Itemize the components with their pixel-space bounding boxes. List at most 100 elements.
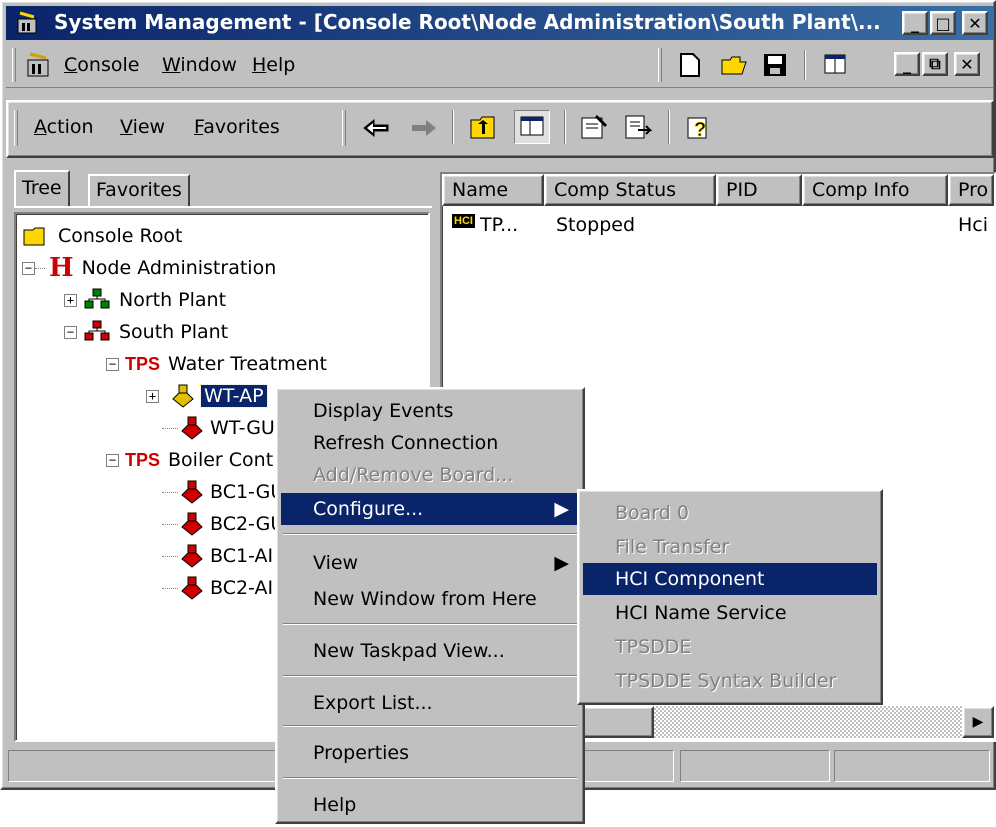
tree-label: Console Root — [58, 225, 183, 247]
tab-favorites[interactable]: Favorites — [88, 174, 190, 206]
maximize-icon[interactable]: □ — [930, 11, 956, 35]
menu-item-properties[interactable]: Properties — [281, 737, 579, 769]
collapse-icon[interactable]: − — [106, 453, 119, 467]
tree-item-south-plant[interactable]: − South Plant — [64, 316, 228, 348]
separator — [452, 110, 454, 144]
open-folder-icon[interactable] — [720, 52, 750, 83]
tree-item-node-admin[interactable]: − H Node Administration — [22, 252, 276, 284]
menu-help[interactable]: Help — [252, 54, 295, 76]
separator — [668, 110, 670, 144]
tree-item-bc1-ap[interactable]: BC1-AI — [162, 540, 273, 572]
menu-item-hci-component[interactable]: HCI Component — [583, 563, 877, 595]
toolbar-grip-4[interactable] — [342, 110, 346, 146]
tree-item-boiler[interactable]: − TPS Boiler Cont — [106, 444, 273, 476]
tree-item-bc1-gu[interactable]: BC1-GU — [162, 476, 284, 508]
tree-item-bc2-ap[interactable]: BC2-AI — [162, 572, 273, 604]
show-hide-console-tree-icon[interactable] — [514, 110, 550, 144]
tree-label: BC2-GU — [210, 513, 285, 535]
menu-item-file-transfer[interactable]: File Transfer — [583, 531, 877, 563]
scroll-right-icon[interactable]: ▶ — [962, 706, 994, 738]
menu-item-display-events[interactable]: Display Events — [281, 395, 579, 427]
collapse-icon[interactable]: − — [22, 261, 35, 275]
column-header-comp-status[interactable]: Comp Status — [544, 174, 716, 206]
collapse-icon[interactable]: − — [64, 325, 77, 339]
tree-item-wt-ap[interactable]: + WT-AP — [146, 380, 268, 412]
menu-item-help[interactable]: Help — [281, 789, 579, 821]
tree-item-water-treatment[interactable]: − TPS Water Treatment — [106, 348, 327, 380]
node-red-icon — [181, 512, 203, 536]
menu-window[interactable]: Window — [162, 54, 237, 76]
menu-favorites[interactable]: Favorites — [194, 116, 280, 138]
export-list-icon[interactable] — [622, 112, 654, 147]
toolbar-grip[interactable] — [12, 48, 16, 82]
menu-item-tpsdde-syntax-builder[interactable]: TPSDDE Syntax Builder — [583, 665, 877, 697]
tree-item-console-root[interactable]: Console Root — [22, 220, 183, 252]
tree-label: BC1-AI — [210, 545, 274, 567]
menu-item-export-list[interactable]: Export List... — [281, 687, 579, 719]
title-bar[interactable]: System Management - [Console Root\Node A… — [6, 6, 994, 40]
separator — [804, 50, 806, 80]
mdi-minimize-icon[interactable]: _ — [894, 52, 920, 76]
submenu-arrow-icon: ▶ — [554, 552, 569, 574]
tree-label-selected: WT-AP — [200, 384, 268, 408]
node-yellow-icon — [172, 384, 194, 408]
toolbar-grip-3[interactable] — [14, 110, 18, 146]
menu-item-configure[interactable]: Configure... ▶ — [281, 493, 579, 525]
tree-item-wt-gu[interactable]: WT-GU — [162, 412, 275, 444]
column-header-pro[interactable]: Pro — [948, 174, 994, 206]
mdi-close-icon[interactable]: ✕ — [954, 52, 980, 76]
column-header-comp-info[interactable]: Comp Info — [802, 174, 948, 206]
menu-item-view[interactable]: View ▶ — [281, 547, 579, 579]
node-red-icon — [181, 544, 203, 568]
tree-label: Boiler Cont — [168, 449, 274, 471]
tab-underline — [14, 206, 432, 208]
save-icon[interactable] — [762, 52, 788, 83]
menu-action[interactable]: Action — [34, 116, 94, 138]
menu-item-label: Configure... — [313, 498, 424, 520]
app-icon — [16, 11, 42, 35]
menu-item-tpsdde[interactable]: TPSDDE — [583, 631, 877, 663]
menu-item-label: View — [313, 552, 359, 574]
menu-item-hci-name-service[interactable]: HCI Name Service — [583, 597, 877, 629]
new-document-icon[interactable] — [678, 52, 702, 83]
tree-item-bc2-gu[interactable]: BC2-GU — [162, 508, 284, 540]
menu-item-new-window[interactable]: New Window from Here — [281, 583, 579, 615]
cell-status: Stopped — [556, 214, 636, 236]
folder-icon — [23, 227, 45, 246]
column-header-name[interactable]: Name — [442, 174, 544, 206]
menu-item-add-remove-board[interactable]: Add/Remove Board... — [281, 459, 579, 491]
column-header-pid[interactable]: PID — [716, 174, 802, 206]
tps-icon: TPS — [125, 449, 161, 470]
menu-view[interactable]: View — [120, 116, 165, 138]
menu-console[interactable]: Console — [64, 54, 139, 76]
tree-label: Water Treatment — [168, 353, 327, 375]
help-icon[interactable]: ? — [684, 112, 714, 147]
up-one-level-icon[interactable] — [468, 112, 498, 147]
h-logo-icon: H — [49, 253, 74, 283]
forward-arrow-icon[interactable] — [408, 116, 438, 145]
close-icon[interactable]: ✕ — [962, 11, 988, 35]
tree-label: South Plant — [119, 321, 229, 343]
menu-item-new-taskpad-view[interactable]: New Taskpad View... — [281, 635, 579, 667]
menu-item-refresh-connection[interactable]: Refresh Connection — [281, 427, 579, 459]
tree-item-north-plant[interactable]: + North Plant — [64, 284, 226, 316]
collapse-icon[interactable]: − — [106, 357, 119, 371]
console-menu-icon[interactable] — [24, 50, 54, 80]
toolbar-grip-2[interactable] — [658, 48, 662, 82]
show-hide-tree-icon[interactable] — [824, 54, 848, 81]
menu-separator — [283, 777, 577, 779]
minimize-icon[interactable]: _ — [902, 11, 928, 35]
back-arrow-icon[interactable] — [362, 116, 392, 145]
menu-item-board-0[interactable]: Board 0 — [583, 497, 877, 529]
expand-icon[interactable]: + — [146, 389, 159, 403]
menu-separator — [283, 623, 577, 625]
expand-icon[interactable]: + — [64, 293, 77, 307]
tree-label: WT-GU — [210, 417, 275, 439]
cell-name: TP... — [480, 214, 519, 236]
node-red-icon — [181, 480, 203, 504]
tab-tree[interactable]: Tree — [14, 170, 70, 206]
properties-icon[interactable] — [578, 112, 610, 147]
configure-submenu: Board 0 File Transfer HCI Component HCI … — [577, 489, 883, 705]
table-row[interactable]: HCI TP... Stopped Hci — [444, 212, 992, 242]
mdi-restore-icon[interactable]: ⧉ — [922, 52, 948, 76]
